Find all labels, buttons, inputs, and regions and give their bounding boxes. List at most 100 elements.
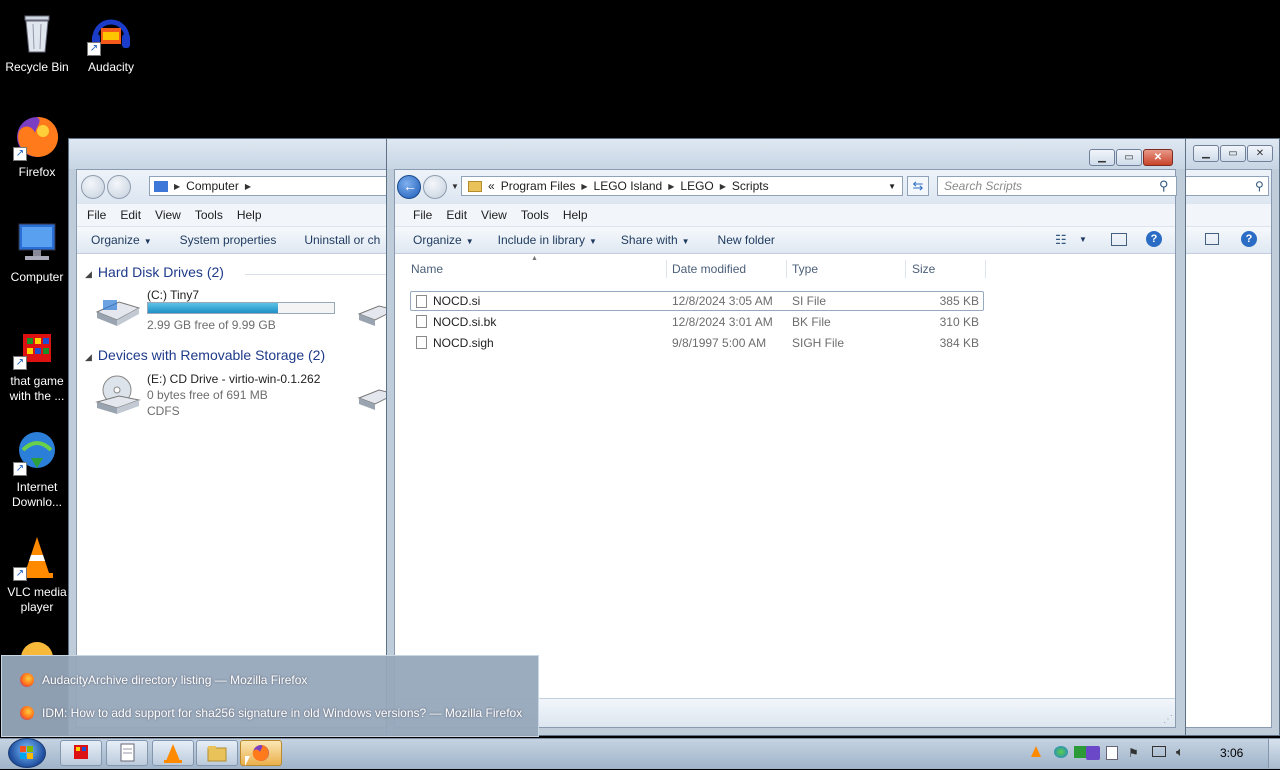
breadcrumb-program-files[interactable]: Program Files [501, 179, 576, 193]
menu-tools[interactable]: Tools [521, 208, 549, 222]
drive-c[interactable]: (C:) Tiny7 2.99 GB free of 9.99 GB [93, 288, 353, 336]
windows-logo-icon [20, 746, 33, 759]
new-folder-button[interactable]: New folder [718, 233, 775, 247]
start-button[interactable] [8, 738, 46, 768]
popup-window-title: AudacityArchive directory listing — Mozi… [42, 673, 308, 687]
menu-edit[interactable]: Edit [120, 208, 141, 222]
popup-window-item[interactable]: IDM: How to add support for sha256 signa… [20, 703, 522, 723]
desktop-icon-internet-download-manager[interactable]: ↗ Internet Downlo... [0, 428, 74, 510]
chevron-down-icon[interactable]: ▼ [1079, 235, 1087, 244]
desktop-icon-audacity[interactable]: ↗ Audacity [74, 8, 148, 75]
drive-c-free: 2.99 GB free of 9.99 GB [147, 318, 276, 332]
taskbar-explorer-button[interactable] [196, 740, 238, 766]
breadcrumb-lego-island[interactable]: LEGO Island [594, 179, 663, 193]
section-removable-storage[interactable]: ◢ Devices with Removable Storage (2) [85, 347, 325, 363]
display-tray-icon[interactable] [1152, 746, 1166, 757]
file-date: 9/8/1997 5:00 AM [672, 336, 767, 350]
menu-view[interactable]: View [481, 208, 507, 222]
microphone-tray-icon[interactable] [1086, 746, 1100, 760]
document-tray-icon[interactable] [1106, 746, 1118, 760]
hard-drive-icon [95, 300, 141, 326]
minimize-button[interactable]: ▁ [1089, 149, 1115, 166]
change-view-icon[interactable]: ☷ [1055, 232, 1067, 248]
volume-icon[interactable]: 🔈︎ [1176, 744, 1184, 760]
table-row[interactable]: NOCD.sigh 9/8/1997 5:00 AM SIGH File 384… [410, 333, 984, 353]
close-button[interactable]: ✕ [1247, 145, 1273, 162]
menu-help[interactable]: Help [563, 208, 588, 222]
help-icon[interactable]: ? [1146, 231, 1162, 247]
organize-button[interactable]: Organize ▼ [91, 233, 152, 247]
refresh-button[interactable]: ⇆ [907, 176, 929, 196]
desktop-icon-vlc[interactable]: ↗ VLC media player [0, 533, 74, 615]
desktop-icon-recycle-bin[interactable]: Recycle Bin [0, 8, 74, 75]
search-scripts-input[interactable]: Search Scripts [937, 176, 1177, 196]
vlc-tray-icon[interactable] [1030, 746, 1042, 758]
preview-pane-icon[interactable] [1111, 233, 1127, 246]
address-dropdown-icon[interactable]: ▼ [888, 182, 896, 191]
desktop-icon-label: Recycle Bin [5, 60, 69, 74]
desktop-icon-computer[interactable]: Computer [0, 218, 74, 285]
scripts-window-titlebar[interactable] [387, 139, 1185, 169]
taskbar-lego-game-button[interactable] [60, 740, 102, 766]
search-icon: ⚲ [1159, 178, 1169, 193]
forward-button[interactable] [423, 175, 447, 199]
menu-edit[interactable]: Edit [446, 208, 467, 222]
organize-button[interactable]: Organize ▼ [413, 233, 474, 247]
scripts-address-bar[interactable]: « Program Files ▶ LEGO Island ▶ LEGO ▶ S… [461, 176, 903, 196]
uninstall-button[interactable]: Uninstall or ch [304, 233, 380, 247]
desktop-icon-firefox[interactable]: ↗ Firefox [0, 113, 74, 180]
desktop-icon-that-game[interactable]: ↗ that game with the ... [0, 322, 74, 404]
drive-e[interactable]: (E:) CD Drive - virtio-win-0.1.262 0 byt… [93, 372, 363, 422]
breadcrumb-lego[interactable]: LEGO [680, 179, 713, 193]
section-title: Hard Disk Drives (2) [97, 264, 224, 280]
column-header-size[interactable]: Size [912, 258, 935, 280]
preview-pane-icon[interactable] [1205, 233, 1219, 245]
breadcrumb-scripts[interactable]: Scripts [732, 179, 769, 193]
table-row[interactable]: NOCD.si.bk 12/8/2024 3:01 AM BK File 310… [410, 312, 984, 332]
file-icon [416, 295, 427, 308]
forward-button[interactable] [107, 175, 131, 199]
show-desktop-button[interactable] [1268, 739, 1280, 768]
breadcrumb-overflow[interactable]: « [488, 179, 495, 193]
menu-help[interactable]: Help [237, 208, 262, 222]
column-header-name[interactable]: Name [411, 258, 443, 280]
menu-file[interactable]: File [413, 208, 432, 222]
drive-c-usage-fill [148, 303, 279, 313]
close-button[interactable]: ✕ [1143, 149, 1173, 166]
chevron-down-icon: ▼ [465, 237, 474, 246]
file-name: NOCD.si.bk [433, 315, 497, 329]
menu-file[interactable]: File [87, 208, 106, 222]
minimize-button[interactable]: ▁ [1193, 145, 1219, 162]
flag-tray-icon[interactable]: ⚑ [1128, 746, 1139, 760]
recent-pages-chevron-icon[interactable]: ▼ [451, 182, 459, 191]
maximize-button[interactable]: ▭ [1220, 145, 1246, 162]
back-button[interactable]: ← [397, 175, 421, 199]
file-type: BK File [792, 315, 831, 329]
maximize-button[interactable]: ▭ [1116, 149, 1142, 166]
desktop-icon-label: Computer [10, 270, 64, 284]
scripts-window[interactable]: ▁ ▭ ✕ ← ▼ « Program Files ▶ LEGO Island … [386, 138, 1186, 736]
scripts-command-bar: Organize ▼ Include in library ▼ Share with… [395, 227, 1175, 254]
menu-tools[interactable]: Tools [195, 208, 223, 222]
section-hard-disk-drives[interactable]: ◢ Hard Disk Drives (2) [85, 264, 224, 280]
back-button[interactable] [81, 175, 105, 199]
column-header-type[interactable]: Type [792, 258, 818, 280]
resize-grip-icon[interactable]: ⋰ [1163, 714, 1173, 725]
menu-view[interactable]: View [155, 208, 181, 222]
breadcrumb-computer[interactable]: Computer [186, 179, 239, 193]
column-header-date-modified[interactable]: Date modified [672, 258, 746, 280]
mouse-cursor-icon [245, 756, 250, 766]
table-row[interactable]: NOCD.si 12/8/2024 3:05 AM SI File 385 KB [410, 291, 984, 311]
column-divider [786, 260, 787, 278]
computer-window-caption-buttons: ▁ ▭ ✕ [1192, 145, 1273, 162]
taskbar-notepad-button[interactable] [106, 740, 148, 766]
chevron-right-icon: ▶ [581, 181, 588, 191]
clock[interactable]: 3:06 [1220, 746, 1243, 760]
system-properties-button[interactable]: System properties [180, 233, 277, 247]
include-in-library-button[interactable]: Include in library ▼ [498, 233, 597, 247]
idm-tray-icon[interactable] [1054, 746, 1068, 758]
help-icon[interactable]: ? [1241, 231, 1257, 247]
taskbar-vlc-button[interactable] [152, 740, 194, 766]
popup-window-item[interactable]: AudacityArchive directory listing — Mozi… [20, 670, 307, 690]
share-with-button[interactable]: Share with ▼ [621, 233, 690, 247]
